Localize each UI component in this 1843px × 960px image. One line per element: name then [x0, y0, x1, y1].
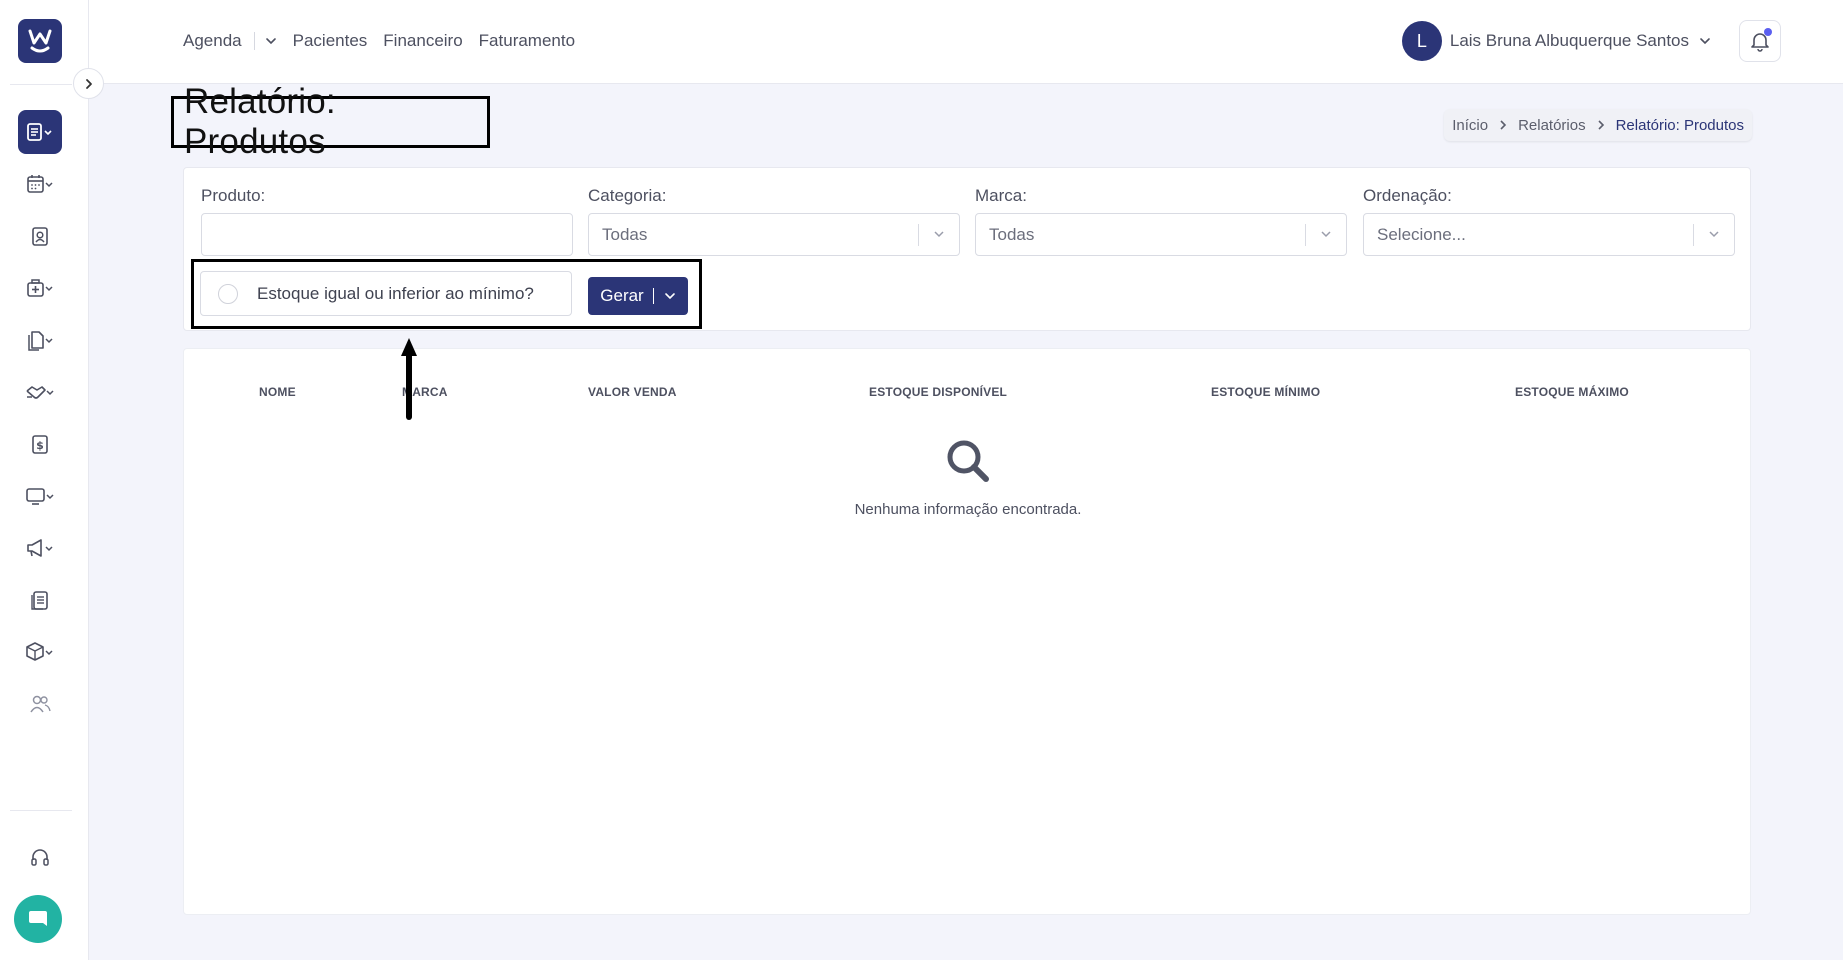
chat-button[interactable]	[14, 895, 62, 943]
column-header-nome[interactable]: NOME	[259, 385, 296, 399]
sidebar: $	[0, 0, 89, 960]
chevron-down-icon	[932, 227, 946, 241]
nav-pacientes[interactable]: Pacientes	[293, 31, 368, 51]
sidebar-item-marketing[interactable]	[18, 526, 62, 570]
select-separator	[1305, 224, 1306, 246]
estoque-minimo-label: Estoque igual ou inferior ao mínimo?	[257, 283, 534, 303]
chevron-down-icon	[1319, 227, 1333, 241]
sidebar-item-records[interactable]	[18, 578, 62, 622]
notification-dot	[1764, 28, 1772, 36]
patient-card-icon	[32, 227, 48, 246]
sidebar-item-reports[interactable]	[18, 110, 62, 154]
box-icon	[26, 642, 53, 661]
sidebar-item-patient-card[interactable]	[18, 214, 62, 258]
breadcrumb-relatorios[interactable]: Relatórios	[1518, 117, 1586, 134]
estoque-minimo-toggle[interactable]: Estoque igual ou inferior ao mínimo?	[200, 271, 572, 316]
sidebar-expand-button[interactable]	[73, 68, 104, 99]
user-menu[interactable]: L Lais Bruna Albuquerque Santos	[1401, 21, 1711, 61]
user-menu-chevron	[1699, 35, 1711, 47]
marca-value: Todas	[989, 224, 1035, 244]
produto-input[interactable]	[201, 213, 573, 256]
ordenacao-select[interactable]: Selecione...	[1363, 213, 1735, 256]
chat-icon	[29, 911, 47, 926]
nav-agenda[interactable]: Agenda	[183, 31, 242, 51]
clinic-icon	[27, 279, 53, 297]
logo-divider	[10, 84, 72, 85]
nav-financeiro[interactable]: Financeiro	[383, 31, 462, 51]
svg-text:$: $	[36, 439, 44, 452]
select-separator	[1693, 224, 1694, 246]
categoria-select[interactable]: Todas	[588, 213, 960, 256]
annotation-arrow-icon	[401, 338, 417, 420]
sidebar-item-documents[interactable]	[18, 318, 62, 362]
page-title: Relatório: Produtos	[171, 82, 490, 161]
empty-state-message: Nenhuma informação encontrada.	[854, 501, 1082, 518]
reports-icon	[27, 123, 52, 141]
column-header-estoque-maximo[interactable]: ESTOQUE MÁXIMO	[1515, 385, 1629, 399]
topbar: Agenda Pacientes Financeiro Faturamento …	[89, 0, 1843, 84]
logo-mark-icon	[28, 29, 52, 53]
breadcrumb-separator	[1498, 119, 1508, 131]
breadcrumb-current: Relatório: Produtos	[1615, 116, 1744, 134]
column-header-estoque-disponivel[interactable]: ESTOQUE DISPONÍVEL	[869, 385, 1007, 399]
sidebar-item-partners[interactable]	[18, 370, 62, 414]
sidebar-item-clinic[interactable]	[18, 266, 62, 310]
megaphone-icon	[27, 539, 53, 557]
ordenacao-label: Ordenação:	[1363, 186, 1452, 205]
column-header-valor-venda[interactable]: VALOR VENDA	[588, 385, 677, 399]
search-icon	[947, 440, 989, 482]
chevron-down-icon	[1707, 227, 1721, 241]
chevron-down-icon[interactable]	[664, 290, 676, 302]
sidebar-item-users[interactable]	[18, 682, 62, 726]
agenda-dropdown-toggle[interactable]	[265, 35, 277, 47]
marca-label: Marca:	[975, 186, 1027, 205]
users-icon	[30, 695, 51, 713]
nav-faturamento[interactable]: Faturamento	[479, 31, 575, 51]
marca-select[interactable]: Todas	[975, 213, 1347, 256]
avatar: L	[1401, 21, 1442, 61]
breadcrumb-separator	[1596, 119, 1606, 131]
user-name: Lais Bruna Albuquerque Santos	[1449, 31, 1689, 50]
chevron-right-icon	[1500, 120, 1507, 130]
sidebar-item-support[interactable]	[18, 836, 62, 880]
monitor-icon	[26, 488, 54, 505]
sidebar-item-billing[interactable]: $	[18, 422, 62, 466]
breadcrumb: Início Relatórios Relatório: Produtos	[1444, 109, 1752, 141]
button-divider	[652, 288, 654, 304]
results-table: NOME MARCA VALOR VENDA ESTOQUE DISPONÍVE…	[183, 348, 1751, 915]
gerar-label: Gerar	[600, 286, 644, 305]
sidebar-item-monitor[interactable]	[18, 474, 62, 518]
chevron-down-icon	[265, 38, 276, 45]
chevron-right-icon	[85, 78, 92, 89]
column-header-estoque-minimo[interactable]: ESTOQUE MÍNIMO	[1211, 385, 1320, 399]
categoria-label: Categoria:	[588, 186, 667, 205]
sidebar-item-calendar[interactable]	[18, 162, 62, 206]
produto-label: Produto:	[201, 186, 266, 205]
nav-separator	[253, 32, 255, 50]
main-nav: Agenda Pacientes Financeiro Faturamento	[183, 0, 591, 82]
estoque-minimo-checkbox[interactable]	[218, 283, 238, 304]
handshake-icon	[26, 386, 54, 399]
categoria-value: Todas	[602, 224, 648, 244]
headset-icon	[31, 849, 49, 866]
calendar-icon	[27, 175, 53, 193]
select-separator	[918, 224, 919, 246]
sidebar-item-products[interactable]	[18, 630, 62, 674]
gerar-button[interactable]: Gerar	[588, 277, 688, 315]
billing-icon: $	[32, 435, 48, 454]
sidebar-bottom-divider	[10, 810, 72, 811]
breadcrumb-inicio[interactable]: Início	[1452, 117, 1488, 134]
chevron-right-icon	[1598, 120, 1604, 130]
app-logo[interactable]	[18, 19, 62, 63]
ordenacao-placeholder: Selecione...	[1377, 224, 1466, 244]
documents-icon	[28, 331, 53, 351]
records-icon	[31, 591, 48, 610]
chevron-down-icon	[1700, 38, 1710, 45]
notifications-button[interactable]	[1739, 20, 1781, 62]
